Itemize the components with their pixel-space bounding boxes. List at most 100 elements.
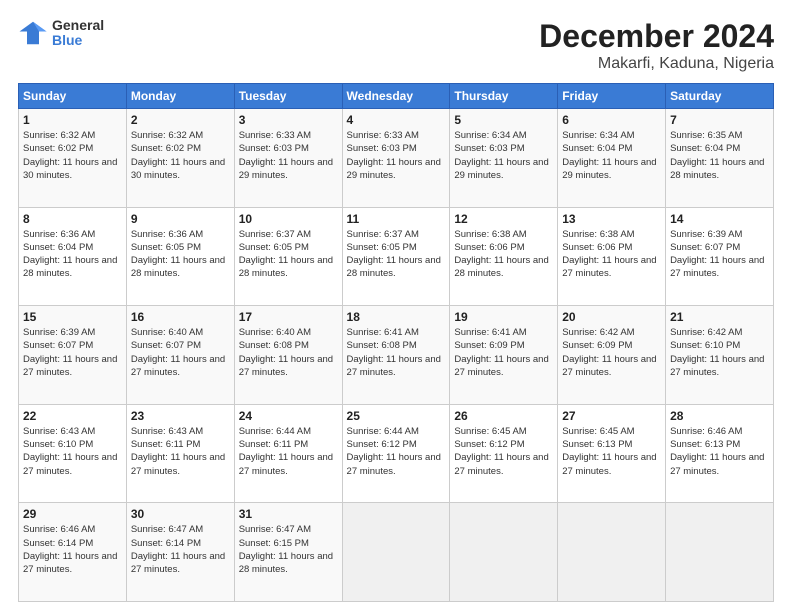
day-info: Sunrise: 6:34 AM Sunset: 6:03 PM Dayligh… (454, 129, 553, 182)
table-row (558, 503, 666, 602)
table-row: 4 Sunrise: 6:33 AM Sunset: 6:03 PM Dayli… (342, 109, 450, 208)
col-wednesday: Wednesday (342, 84, 450, 109)
day-number: 6 (562, 113, 661, 127)
logo-text: General Blue (52, 18, 104, 49)
day-number: 25 (347, 409, 446, 423)
table-row: 21 Sunrise: 6:42 AM Sunset: 6:10 PM Dayl… (666, 306, 774, 405)
page: General Blue December 2024 Makarfi, Kadu… (0, 0, 792, 612)
day-number: 13 (562, 212, 661, 226)
day-number: 1 (23, 113, 122, 127)
day-info: Sunrise: 6:43 AM Sunset: 6:10 PM Dayligh… (23, 425, 122, 478)
header: General Blue December 2024 Makarfi, Kadu… (18, 18, 774, 73)
table-row: 9 Sunrise: 6:36 AM Sunset: 6:05 PM Dayli… (126, 207, 234, 306)
logo: General Blue (18, 18, 104, 49)
table-row: 29 Sunrise: 6:46 AM Sunset: 6:14 PM Dayl… (19, 503, 127, 602)
table-row (666, 503, 774, 602)
table-row: 26 Sunrise: 6:45 AM Sunset: 6:12 PM Dayl… (450, 404, 558, 503)
table-row: 31 Sunrise: 6:47 AM Sunset: 6:15 PM Dayl… (234, 503, 342, 602)
table-row: 22 Sunrise: 6:43 AM Sunset: 6:10 PM Dayl… (19, 404, 127, 503)
logo-icon (18, 18, 48, 48)
col-friday: Friday (558, 84, 666, 109)
title-block: December 2024 Makarfi, Kaduna, Nigeria (539, 18, 774, 73)
day-number: 12 (454, 212, 553, 226)
day-number: 20 (562, 310, 661, 324)
table-row: 28 Sunrise: 6:46 AM Sunset: 6:13 PM Dayl… (666, 404, 774, 503)
col-monday: Monday (126, 84, 234, 109)
col-saturday: Saturday (666, 84, 774, 109)
day-info: Sunrise: 6:44 AM Sunset: 6:12 PM Dayligh… (347, 425, 446, 478)
day-info: Sunrise: 6:37 AM Sunset: 6:05 PM Dayligh… (239, 228, 338, 281)
day-number: 16 (131, 310, 230, 324)
table-row (450, 503, 558, 602)
day-info: Sunrise: 6:44 AM Sunset: 6:11 PM Dayligh… (239, 425, 338, 478)
day-number: 10 (239, 212, 338, 226)
day-number: 15 (23, 310, 122, 324)
calendar-week-row: 1 Sunrise: 6:32 AM Sunset: 6:02 PM Dayli… (19, 109, 774, 208)
day-info: Sunrise: 6:45 AM Sunset: 6:13 PM Dayligh… (562, 425, 661, 478)
calendar-table: Sunday Monday Tuesday Wednesday Thursday… (18, 83, 774, 602)
day-info: Sunrise: 6:35 AM Sunset: 6:04 PM Dayligh… (670, 129, 769, 182)
table-row: 30 Sunrise: 6:47 AM Sunset: 6:14 PM Dayl… (126, 503, 234, 602)
table-row: 2 Sunrise: 6:32 AM Sunset: 6:02 PM Dayli… (126, 109, 234, 208)
day-info: Sunrise: 6:38 AM Sunset: 6:06 PM Dayligh… (562, 228, 661, 281)
day-number: 31 (239, 507, 338, 521)
day-number: 2 (131, 113, 230, 127)
col-tuesday: Tuesday (234, 84, 342, 109)
table-row: 7 Sunrise: 6:35 AM Sunset: 6:04 PM Dayli… (666, 109, 774, 208)
calendar-week-row: 29 Sunrise: 6:46 AM Sunset: 6:14 PM Dayl… (19, 503, 774, 602)
location-title: Makarfi, Kaduna, Nigeria (539, 55, 774, 73)
table-row: 24 Sunrise: 6:44 AM Sunset: 6:11 PM Dayl… (234, 404, 342, 503)
calendar-header-row: Sunday Monday Tuesday Wednesday Thursday… (19, 84, 774, 109)
day-number: 4 (347, 113, 446, 127)
day-info: Sunrise: 6:36 AM Sunset: 6:04 PM Dayligh… (23, 228, 122, 281)
calendar-week-row: 8 Sunrise: 6:36 AM Sunset: 6:04 PM Dayli… (19, 207, 774, 306)
day-info: Sunrise: 6:47 AM Sunset: 6:14 PM Dayligh… (131, 523, 230, 576)
table-row: 14 Sunrise: 6:39 AM Sunset: 6:07 PM Dayl… (666, 207, 774, 306)
calendar-week-row: 22 Sunrise: 6:43 AM Sunset: 6:10 PM Dayl… (19, 404, 774, 503)
day-info: Sunrise: 6:41 AM Sunset: 6:08 PM Dayligh… (347, 326, 446, 379)
month-title: December 2024 (539, 18, 774, 55)
day-info: Sunrise: 6:40 AM Sunset: 6:07 PM Dayligh… (131, 326, 230, 379)
day-info: Sunrise: 6:43 AM Sunset: 6:11 PM Dayligh… (131, 425, 230, 478)
day-info: Sunrise: 6:46 AM Sunset: 6:13 PM Dayligh… (670, 425, 769, 478)
table-row: 10 Sunrise: 6:37 AM Sunset: 6:05 PM Dayl… (234, 207, 342, 306)
logo-blue: Blue (52, 33, 104, 48)
day-info: Sunrise: 6:39 AM Sunset: 6:07 PM Dayligh… (670, 228, 769, 281)
table-row: 5 Sunrise: 6:34 AM Sunset: 6:03 PM Dayli… (450, 109, 558, 208)
day-number: 28 (670, 409, 769, 423)
day-info: Sunrise: 6:42 AM Sunset: 6:09 PM Dayligh… (562, 326, 661, 379)
table-row: 1 Sunrise: 6:32 AM Sunset: 6:02 PM Dayli… (19, 109, 127, 208)
day-number: 3 (239, 113, 338, 127)
day-number: 19 (454, 310, 553, 324)
table-row: 20 Sunrise: 6:42 AM Sunset: 6:09 PM Dayl… (558, 306, 666, 405)
day-number: 22 (23, 409, 122, 423)
day-info: Sunrise: 6:45 AM Sunset: 6:12 PM Dayligh… (454, 425, 553, 478)
day-info: Sunrise: 6:39 AM Sunset: 6:07 PM Dayligh… (23, 326, 122, 379)
day-info: Sunrise: 6:33 AM Sunset: 6:03 PM Dayligh… (239, 129, 338, 182)
day-info: Sunrise: 6:42 AM Sunset: 6:10 PM Dayligh… (670, 326, 769, 379)
table-row: 27 Sunrise: 6:45 AM Sunset: 6:13 PM Dayl… (558, 404, 666, 503)
col-sunday: Sunday (19, 84, 127, 109)
table-row: 8 Sunrise: 6:36 AM Sunset: 6:04 PM Dayli… (19, 207, 127, 306)
day-info: Sunrise: 6:40 AM Sunset: 6:08 PM Dayligh… (239, 326, 338, 379)
day-info: Sunrise: 6:41 AM Sunset: 6:09 PM Dayligh… (454, 326, 553, 379)
table-row: 12 Sunrise: 6:38 AM Sunset: 6:06 PM Dayl… (450, 207, 558, 306)
table-row: 6 Sunrise: 6:34 AM Sunset: 6:04 PM Dayli… (558, 109, 666, 208)
day-info: Sunrise: 6:38 AM Sunset: 6:06 PM Dayligh… (454, 228, 553, 281)
table-row: 23 Sunrise: 6:43 AM Sunset: 6:11 PM Dayl… (126, 404, 234, 503)
logo-general: General (52, 18, 104, 33)
day-info: Sunrise: 6:36 AM Sunset: 6:05 PM Dayligh… (131, 228, 230, 281)
table-row: 18 Sunrise: 6:41 AM Sunset: 6:08 PM Dayl… (342, 306, 450, 405)
day-info: Sunrise: 6:47 AM Sunset: 6:15 PM Dayligh… (239, 523, 338, 576)
day-number: 23 (131, 409, 230, 423)
table-row: 17 Sunrise: 6:40 AM Sunset: 6:08 PM Dayl… (234, 306, 342, 405)
table-row: 25 Sunrise: 6:44 AM Sunset: 6:12 PM Dayl… (342, 404, 450, 503)
day-info: Sunrise: 6:34 AM Sunset: 6:04 PM Dayligh… (562, 129, 661, 182)
day-number: 14 (670, 212, 769, 226)
day-info: Sunrise: 6:32 AM Sunset: 6:02 PM Dayligh… (131, 129, 230, 182)
day-number: 18 (347, 310, 446, 324)
table-row: 16 Sunrise: 6:40 AM Sunset: 6:07 PM Dayl… (126, 306, 234, 405)
col-thursday: Thursday (450, 84, 558, 109)
day-number: 5 (454, 113, 553, 127)
table-row: 13 Sunrise: 6:38 AM Sunset: 6:06 PM Dayl… (558, 207, 666, 306)
